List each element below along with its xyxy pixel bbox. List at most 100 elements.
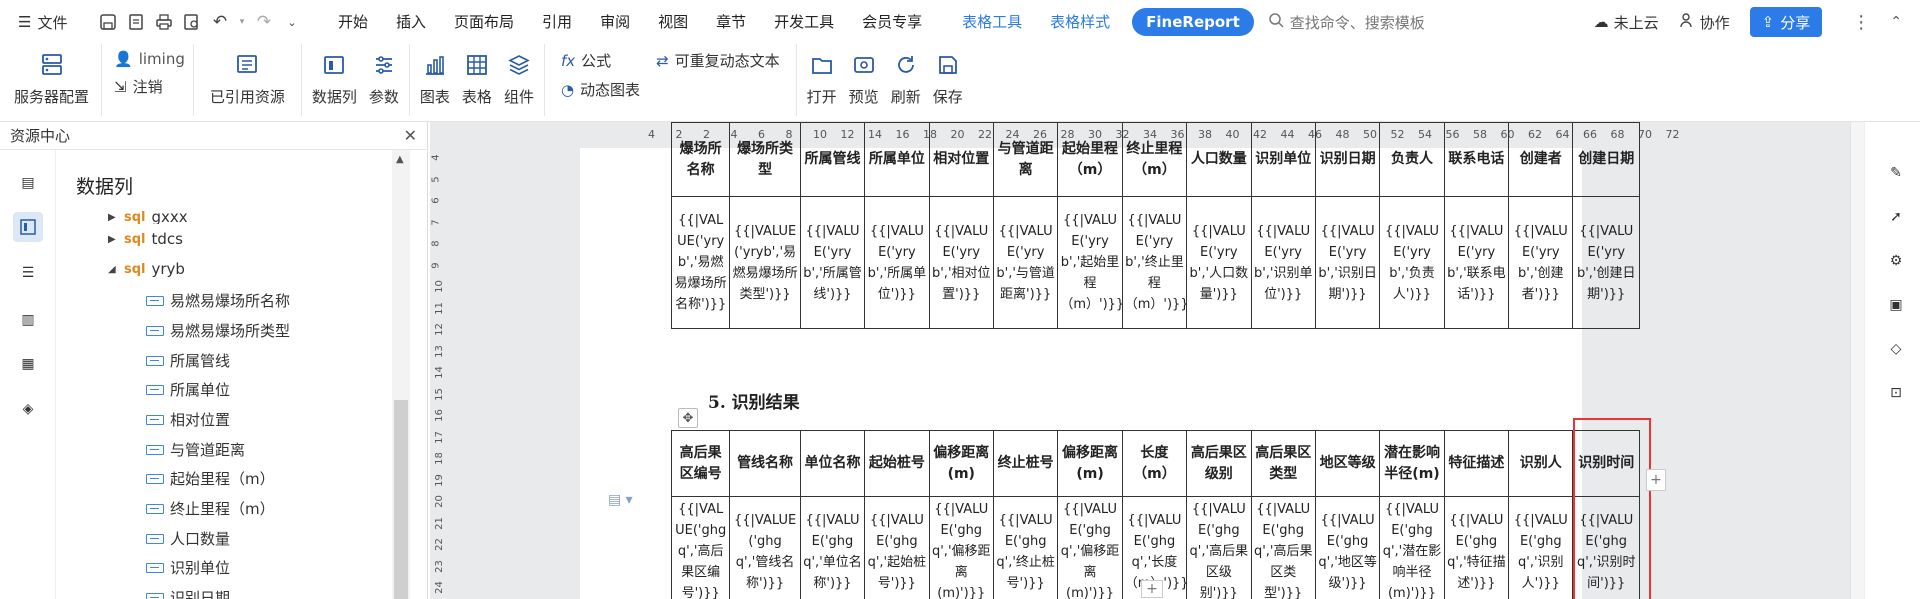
data-column-button[interactable]: 数据列 (306, 50, 363, 107)
adjust-icon[interactable]: ⚙ (1883, 248, 1909, 274)
tab-developer[interactable]: 开发工具 (760, 7, 848, 37)
column-item[interactable]: 与管道距离 (146, 439, 245, 460)
header-cell[interactable]: 识别单位 (1250, 122, 1316, 197)
close-icon[interactable]: ✕ (404, 126, 417, 145)
table-move-handle-icon[interactable]: ✥ (678, 408, 698, 428)
tree-node-gxxx[interactable]: ▶ sql gxxx (108, 210, 188, 224)
rail-component-icon[interactable]: ◈ (13, 394, 43, 424)
header-cell[interactable]: 与管道距离 (992, 122, 1059, 197)
file-menu[interactable]: ☰ 文件 (0, 12, 90, 33)
table-cell[interactable]: {{|VALUE('ghgq','单位名称')}} (799, 496, 866, 599)
collapse-ribbon-icon[interactable]: ⌃ (1890, 14, 1902, 30)
add-column-icon[interactable]: + (1646, 469, 1666, 491)
tree-node-tdcs[interactable]: ▶ sql tdcs (108, 230, 183, 248)
column-item[interactable]: 易燃易爆场所类型 (146, 320, 290, 341)
table-cell[interactable]: {{|VALUE('ghgq','潜在影响半径(m)')}} (1379, 496, 1445, 599)
preview-button[interactable]: 预览 (843, 50, 885, 107)
customize-dropdown-icon[interactable]: ⌄ (282, 12, 302, 32)
tree-scrollbar[interactable]: ▲ (392, 150, 410, 599)
logout-button[interactable]: ⇲ 注销 (114, 76, 185, 97)
column-item[interactable]: 易燃易爆场所名称 (146, 290, 290, 311)
header-cell[interactable]: 高后果区级别 (1186, 430, 1252, 497)
table-cell[interactable]: {{|VALUE('yryb','创建者')}} (1508, 196, 1574, 329)
header-cell[interactable]: 地区等级 (1314, 430, 1381, 497)
undo-dropdown-icon[interactable]: ▾ (238, 12, 246, 32)
add-row-icon[interactable]: + (1141, 580, 1163, 598)
header-cell[interactable]: 人口数量 (1186, 122, 1252, 197)
header-cell[interactable]: 长度（m） (1121, 430, 1188, 497)
pen-icon[interactable]: ✎ (1883, 160, 1909, 186)
tab-member[interactable]: 会员专享 (848, 7, 936, 37)
header-cell[interactable]: 终止桩号 (992, 430, 1059, 497)
header-cell[interactable]: 爆场所名称 (670, 122, 731, 197)
tab-references[interactable]: 引用 (528, 7, 586, 37)
table-cell[interactable]: {{|VALUE('yryb','创建日期')}} (1572, 196, 1640, 329)
table-cell[interactable]: {{|VALUE('ghgq','管线名称')}} (729, 496, 801, 599)
column-item[interactable]: 所属管线 (146, 350, 230, 371)
table-cell[interactable]: {{|VALUE('ghgq','高后果区类型')}} (1250, 496, 1316, 599)
params-button[interactable]: 参数 (363, 50, 405, 107)
rail-resource-icon[interactable]: ▤ (13, 168, 43, 198)
header-cell[interactable]: 创建日期 (1572, 122, 1640, 197)
rail-chart-icon[interactable]: ▥ (13, 305, 43, 335)
table-cell[interactable]: {{|VALUE('ghgq','高后果区级别')}} (1186, 496, 1252, 599)
header-cell[interactable]: 识别人 (1508, 430, 1574, 497)
rail-table-icon[interactable]: ▦ (13, 349, 43, 379)
header-cell[interactable]: 所属管线 (799, 122, 866, 197)
header-cell[interactable]: 负责人 (1379, 122, 1445, 197)
tab-finereport[interactable]: FineReport (1132, 8, 1254, 36)
tab-insert[interactable]: 插入 (382, 7, 440, 37)
table-cell[interactable]: {{|VALUE('yryb','识别单位')}} (1250, 196, 1316, 329)
header-cell[interactable]: 创建者 (1508, 122, 1574, 197)
save-icon[interactable] (98, 12, 118, 32)
column-item[interactable]: 终止里程（m） (146, 498, 275, 519)
dynamic-chart-button[interactable]: ◔ 动态图表 (561, 79, 640, 100)
ai-icon[interactable]: ◇ (1883, 336, 1909, 362)
header-cell[interactable]: 爆场所类型 (729, 122, 801, 197)
header-cell[interactable]: 特征描述 (1443, 430, 1510, 497)
repeat-text-button[interactable]: ⇄ 可重复动态文本 (656, 50, 780, 71)
paragraph-icon[interactable]: ▤ ▾ (608, 492, 633, 508)
command-search[interactable]: 查找命令、搜索模板 (1268, 12, 1425, 33)
header-cell[interactable]: 识别日期 (1314, 122, 1381, 197)
refresh-button[interactable]: 刷新 (885, 50, 927, 107)
table-cell[interactable]: {{|VALUE('yryb','所属单位')}} (864, 196, 930, 329)
tab-view[interactable]: 视图 (644, 7, 702, 37)
cursor-icon[interactable]: ➚ (1883, 204, 1909, 230)
header-cell[interactable]: 高后果区编号 (670, 430, 731, 497)
column-item[interactable]: 起始里程（m） (146, 468, 275, 489)
redo-icon[interactable]: ↷ (254, 12, 274, 32)
open-button[interactable]: 打开 (801, 50, 843, 107)
column-item[interactable]: 人口数量 (146, 528, 230, 549)
table-cell[interactable]: {{|VALUE('yryb','与管道距离')}} (992, 196, 1059, 329)
table-cell[interactable]: {{|VALUE('ghgq','特征描述')}} (1443, 496, 1510, 599)
scroll-up-icon[interactable]: ▲ (396, 154, 404, 165)
column-item[interactable]: 识别日期 (146, 587, 230, 599)
table-cell[interactable]: {{|VALUE('ghgq','起始桩号')}} (864, 496, 930, 599)
table-cell[interactable]: {{|VALUE('ghgq','识别人')}} (1508, 496, 1574, 599)
column-item[interactable]: 识别单位 (146, 557, 230, 578)
share-button[interactable]: ⇪ 分享 (1749, 7, 1823, 37)
undo-icon[interactable]: ↶ (210, 12, 230, 32)
header-cell[interactable]: 管线名称 (729, 430, 801, 497)
table-cell[interactable]: {{|VALUE('ghgq','地区等级')}} (1314, 496, 1381, 599)
table-cell[interactable]: {{|VALUE('yryb','人口数量')}} (1186, 196, 1252, 329)
header-cell[interactable]: 所属单位 (864, 122, 930, 197)
header-cell[interactable]: 起始桩号 (864, 430, 930, 497)
header-cell[interactable]: 单位名称 (799, 430, 866, 497)
component-button[interactable]: 组件 (498, 50, 540, 107)
table-cell[interactable]: {{|VALUE('ghgq','终止桩号')}} (992, 496, 1059, 599)
tab-chapter[interactable]: 章节 (702, 7, 760, 37)
print-preview-icon[interactable] (182, 12, 202, 32)
table-cell[interactable]: {{|VALUE('yryb','识别日期')}} (1314, 196, 1381, 329)
table-cell[interactable]: {{|VALUE('yryb','易燃易爆场所类型')}} (729, 196, 801, 329)
save-report-button[interactable]: 保存 (927, 50, 969, 107)
collaborate-button[interactable]: 协作 (1679, 12, 1730, 33)
table-cell[interactable]: {{|VALUE('yryb','相对位置')}} (928, 196, 994, 329)
table-cell[interactable]: {{|VALUE('ghgq','高后果区编号')}} (670, 496, 731, 599)
table-cell[interactable]: {{|VALUE('yryb','易燃易爆场所名称')}} (670, 196, 731, 329)
user-name-row[interactable]: 👤 liming (114, 50, 185, 68)
header-cell[interactable]: 偏移距离(m) (1057, 430, 1123, 497)
header-cell[interactable]: 联系电话 (1443, 122, 1510, 197)
header-cell[interactable]: 终止里程（m） (1121, 122, 1188, 197)
